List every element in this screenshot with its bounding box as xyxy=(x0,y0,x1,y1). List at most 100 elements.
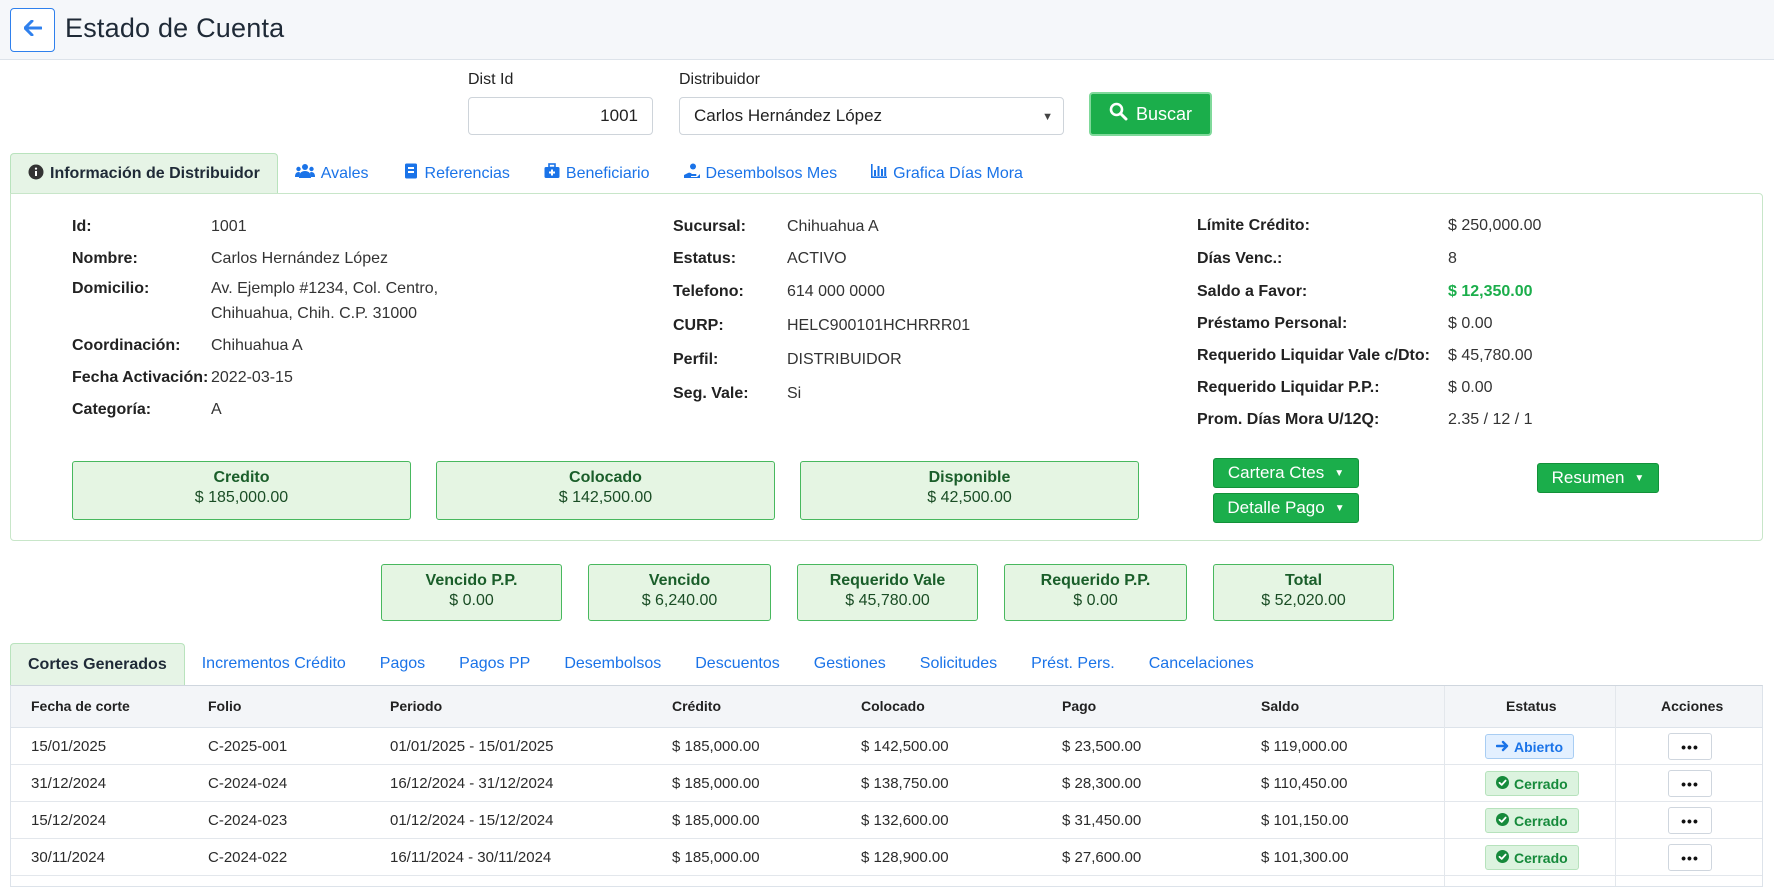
categoria-value: A xyxy=(211,401,222,418)
tab-grafica-dias-mora[interactable]: Grafica Días Mora xyxy=(854,153,1040,194)
coordinacion-value: Chihuahua A xyxy=(211,337,303,354)
cell-pago: $ 23,500.00 xyxy=(1062,738,1142,755)
sucursal-label: Sucursal: xyxy=(673,218,746,235)
cell-pago: $ 28,300.00 xyxy=(1062,775,1142,792)
col-pago[interactable]: Pago xyxy=(1062,698,1096,714)
dias-venc-value: 8 xyxy=(1448,250,1457,267)
col-credito[interactable]: Crédito xyxy=(672,698,721,714)
cell-colocado: $ 128,900.00 xyxy=(861,849,949,866)
prestamo-personal-value: $ 0.00 xyxy=(1448,315,1493,332)
tab-prest-pers[interactable]: Prést. Pers. xyxy=(1014,643,1132,685)
domicilio-value-line1: Av. Ejemplo #1234, Col. Centro, xyxy=(211,280,439,297)
id-label: Id: xyxy=(72,218,92,235)
caret-down-icon: ▼ xyxy=(1334,467,1345,479)
col-saldo[interactable]: Saldo xyxy=(1261,698,1299,714)
distribuidor-label: Distribuidor xyxy=(679,71,760,88)
cell-periodo: 01/01/2025 - 15/01/2025 xyxy=(390,738,554,755)
row-actions-button[interactable]: ••• xyxy=(1668,733,1712,760)
coordinacion-label: Coordinación: xyxy=(72,337,181,354)
cell-credito: $ 185,000.00 xyxy=(672,812,760,829)
cartera-ctes-dropdown[interactable]: Cartera Ctes ▼ xyxy=(1213,458,1359,488)
categoria-label: Categoría: xyxy=(72,401,152,418)
estatus-label: Estatus: xyxy=(673,250,737,267)
vencido-box: Vencido $ 6,240.00 xyxy=(588,564,771,621)
status-badge: Cerrado xyxy=(1485,771,1579,796)
table-row[interactable]: 30/11/2024 C-2024-022 16/11/2024 - 30/11/2… xyxy=(11,839,1762,876)
buscar-button[interactable]: Buscar xyxy=(1089,92,1212,136)
top-bar: Estado de Cuenta xyxy=(0,0,1774,60)
dist-id-input[interactable]: 1001 xyxy=(468,97,653,135)
status-label: Cerrado xyxy=(1514,849,1568,866)
distributor-info-panel: Id: 1001 Nombre: Carlos Hernández López … xyxy=(10,193,1763,541)
prestamo-personal-label: Préstamo Personal: xyxy=(1197,315,1348,332)
tab-informacion[interactable]: Información de Distribuidor xyxy=(10,153,278,194)
disponible-box: Disponible $ 42,500.00 xyxy=(800,461,1139,520)
requerido-pp-value: $ 0.00 xyxy=(1448,379,1493,396)
tab-beneficiario[interactable]: Beneficiario xyxy=(527,153,667,194)
fecha-activacion-label: Fecha Activación: xyxy=(72,369,209,386)
row-actions-button[interactable]: ••• xyxy=(1668,770,1712,797)
colocado-box: Colocado $ 142,500.00 xyxy=(436,461,775,520)
table-header: Fecha de corte Folio Periodo Crédito Col… xyxy=(11,686,1762,728)
row-actions-button[interactable]: ••• xyxy=(1668,807,1712,834)
tab-referencias[interactable]: Referencias xyxy=(386,153,527,194)
cell-folio: C-2024-024 xyxy=(208,775,288,792)
perfil-value: DISTRIBUIDOR xyxy=(787,351,902,368)
dist-id-label: Dist Id xyxy=(468,71,514,88)
tab-descuentos[interactable]: Descuentos xyxy=(678,643,797,685)
resumen-dropdown[interactable]: Resumen ▼ xyxy=(1537,463,1659,493)
telefono-label: Telefono: xyxy=(673,283,744,300)
total-box: Total $ 52,020.00 xyxy=(1213,564,1394,621)
tab-gestiones[interactable]: Gestiones xyxy=(797,643,903,685)
table-row[interactable]: 31/12/2024 C-2024-024 16/12/2024 - 31/12/2… xyxy=(11,765,1762,802)
cortes-table: Fecha de corte Folio Periodo Crédito Col… xyxy=(10,685,1763,887)
dias-venc-label: Días Venc.: xyxy=(1197,250,1283,267)
page-title: Estado de Cuenta xyxy=(65,13,285,43)
col-estatus[interactable]: Estatus xyxy=(1506,698,1557,714)
status-badge: Cerrado xyxy=(1485,808,1579,833)
tab-avales[interactable]: Avales xyxy=(278,153,386,194)
tab-pagos[interactable]: Pagos xyxy=(363,643,442,685)
table-row[interactable]: 15/12/2024 C-2024-023 01/12/2024 - 15/12/2… xyxy=(11,802,1762,839)
cell-periodo: 16/12/2024 - 31/12/2024 xyxy=(390,775,554,792)
col-fecha-corte[interactable]: Fecha de corte xyxy=(31,698,130,714)
col-folio[interactable]: Folio xyxy=(208,698,241,714)
tab-cancelaciones[interactable]: Cancelaciones xyxy=(1132,643,1271,685)
fecha-activacion-value: 2022-03-15 xyxy=(211,369,293,386)
status-label: Cerrado xyxy=(1514,812,1568,829)
col-periodo[interactable]: Periodo xyxy=(390,698,442,714)
cell-periodo: 01/12/2024 - 15/12/2024 xyxy=(390,812,554,829)
back-button[interactable] xyxy=(10,8,55,52)
col-acciones: Acciones xyxy=(1661,698,1724,714)
cell-folio: C-2024-023 xyxy=(208,812,288,829)
arrow-right-icon xyxy=(1495,739,1509,755)
search-icon xyxy=(1109,102,1128,126)
row-actions-button[interactable]: ••• xyxy=(1668,844,1712,871)
estatus-value: ACTIVO xyxy=(787,250,847,267)
cell-folio: C-2025-001 xyxy=(208,738,288,755)
curp-value: HELC900101HCHRRR01 xyxy=(787,317,971,334)
tab-incrementos-credito[interactable]: Incrementos Crédito xyxy=(185,643,363,685)
cell-fecha: 30/11/2024 xyxy=(31,849,105,866)
tab-desembolsos[interactable]: Desembolsos xyxy=(547,643,678,685)
distribuidor-selected-value: Carlos Hernández López xyxy=(694,106,883,125)
table-row[interactable]: 15/01/2025 C-2025-001 01/01/2025 - 15/01/2… xyxy=(11,728,1762,765)
requerido-pp-box: Requerido P.P. $ 0.00 xyxy=(1004,564,1187,621)
tab-pagos-pp[interactable]: Pagos PP xyxy=(442,643,547,685)
medkit-icon xyxy=(544,163,560,184)
saldo-favor-value: $ 12,350.00 xyxy=(1448,283,1533,300)
distributor-tabs: Información de Distribuidor Avales Refer… xyxy=(10,153,1040,194)
distribuidor-select[interactable]: Carlos Hernández López ▼ xyxy=(679,97,1064,135)
perfil-label: Perfil: xyxy=(673,351,719,368)
status-badge: Cerrado xyxy=(1485,845,1579,870)
col-colocado[interactable]: Colocado xyxy=(861,698,925,714)
tab-desembolsos-mes[interactable]: Desembolsos Mes xyxy=(667,153,855,194)
domicilio-label: Domicilio: xyxy=(72,280,150,297)
tab-solicitudes[interactable]: Solicitudes xyxy=(903,643,1014,685)
vencido-pp-box: Vencido P.P. $ 0.00 xyxy=(381,564,562,621)
limite-credito-label: Límite Crédito: xyxy=(1197,217,1310,234)
credito-box: Credito $ 185,000.00 xyxy=(72,461,411,520)
tab-cortes-generados[interactable]: Cortes Generados xyxy=(10,643,185,685)
detalle-pago-dropdown[interactable]: Detalle Pago ▼ xyxy=(1213,493,1359,523)
requerido-pp-label: Requerido Liquidar P.P.: xyxy=(1197,379,1380,396)
